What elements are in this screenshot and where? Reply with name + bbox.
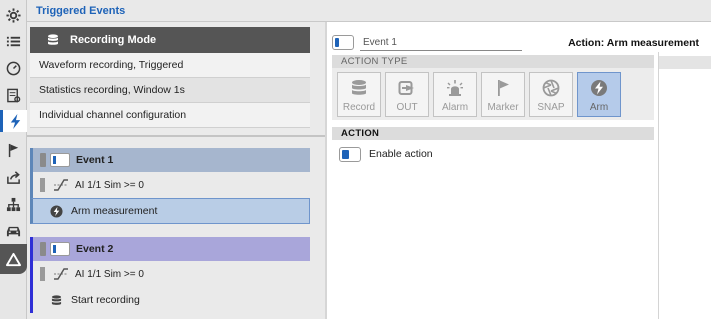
gear-icon[interactable]	[2, 4, 25, 26]
divider	[27, 135, 325, 137]
event-header[interactable]: Event 1	[30, 148, 310, 172]
event-enable-toggle[interactable]	[332, 35, 354, 50]
event-enable-toggle[interactable]	[50, 153, 70, 167]
event-detail-panel: Action: Arm measurement ACTION TYPE Reco…	[327, 22, 711, 319]
action-type-out-button[interactable]: OUT	[385, 72, 429, 117]
drag-handle[interactable]	[40, 267, 45, 281]
action-type-record-button[interactable]: Record	[337, 72, 381, 117]
database-icon	[40, 34, 66, 46]
event-enable-toggle[interactable]	[50, 242, 70, 256]
flag-icon[interactable]	[2, 139, 25, 161]
recording-mode-label: Recording Mode	[70, 34, 157, 46]
action-type-label: OUT	[396, 102, 418, 113]
event-title: Event 2	[76, 243, 114, 255]
network-icon[interactable]	[2, 193, 25, 215]
event-condition: AI 1/1 Sim >= 0	[75, 268, 144, 280]
event-action-label: Start recording	[71, 294, 140, 306]
database-icon	[352, 80, 366, 95]
mode-item-individual[interactable]: Individual channel configuration	[30, 103, 310, 128]
action-type-label: Arm	[589, 102, 609, 113]
event-condition-row[interactable]: AI 1/1 Sim >= 0	[30, 261, 310, 287]
panel-divider	[658, 52, 659, 319]
shutter-icon	[542, 79, 560, 97]
enable-action-toggle[interactable]	[339, 146, 361, 162]
trigger-slope-icon	[54, 268, 68, 280]
mode-item-label: Waveform recording, Triggered	[39, 59, 184, 71]
tool-rail	[0, 0, 27, 319]
recording-mode-header[interactable]: Recording Mode	[30, 27, 310, 53]
event-card-2: Event 2 AI 1/1 Sim >= 0 Start recording	[30, 237, 310, 313]
enable-action-row: Enable action	[339, 146, 433, 162]
action-type-marker-button[interactable]: Marker	[481, 72, 525, 117]
report-icon[interactable]	[2, 84, 25, 106]
title-bar: Triggered Events	[27, 0, 711, 22]
mode-item-label: Individual channel configuration	[39, 109, 187, 121]
event-condition: AI 1/1 Sim >= 0	[75, 179, 144, 191]
drag-handle[interactable]	[40, 153, 46, 167]
event-detail-header: Action: Arm measurement	[327, 32, 711, 52]
database-icon	[49, 293, 63, 307]
lightning-icon	[591, 80, 607, 96]
action-header: ACTION	[332, 127, 654, 140]
car-icon[interactable]	[2, 220, 25, 242]
action-title: Action: Arm measurement	[568, 37, 699, 49]
export-icon[interactable]	[2, 166, 25, 188]
trigger-slope-icon	[54, 179, 68, 191]
lightning-icon[interactable]	[0, 110, 27, 132]
action-type-label: Record	[342, 102, 376, 113]
action-type-snap-button[interactable]: SNAP	[529, 72, 573, 117]
action-type-arm-button[interactable]: Arm	[577, 72, 621, 117]
side-column-header	[659, 56, 711, 69]
mode-item-label: Statistics recording, Window 1s	[39, 84, 185, 96]
action-type-label: Marker	[487, 102, 519, 113]
event-card-1: Event 1 AI 1/1 Sim >= 0 Arm measurement	[30, 148, 310, 224]
event-action-label: Arm measurement	[71, 205, 158, 217]
enable-action-label: Enable action	[369, 148, 433, 160]
event-action-row[interactable]: Arm measurement	[30, 198, 310, 224]
triangle-icon[interactable]	[0, 244, 27, 274]
event-name-field[interactable]	[360, 35, 522, 51]
event-header[interactable]: Event 2	[30, 237, 310, 261]
output-icon	[398, 81, 414, 95]
window-title: Triggered Events	[36, 5, 126, 17]
flag-icon	[498, 80, 509, 96]
mode-item-statistics[interactable]: Statistics recording, Window 1s	[30, 78, 310, 103]
event-action-row[interactable]: Start recording	[30, 287, 310, 313]
event-condition-row[interactable]: AI 1/1 Sim >= 0	[30, 172, 310, 198]
drag-handle[interactable]	[40, 178, 45, 192]
event-title: Event 1	[76, 154, 114, 166]
drag-handle[interactable]	[40, 242, 46, 256]
action-type-group: Record OUT Alarm Marker SNAP Arm	[332, 68, 654, 120]
alarm-icon	[447, 80, 463, 96]
action-type-alarm-button[interactable]: Alarm	[433, 72, 477, 117]
gauge-icon[interactable]	[2, 57, 25, 79]
list-icon[interactable]	[2, 30, 25, 52]
action-type-label: Alarm	[441, 102, 469, 113]
action-type-label: SNAP	[537, 102, 565, 113]
event-list-panel: Recording Mode Waveform recording, Trigg…	[27, 22, 325, 319]
lightning-icon	[49, 204, 63, 218]
action-type-header: ACTION TYPE	[332, 55, 654, 68]
mode-item-waveform[interactable]: Waveform recording, Triggered	[30, 53, 310, 78]
